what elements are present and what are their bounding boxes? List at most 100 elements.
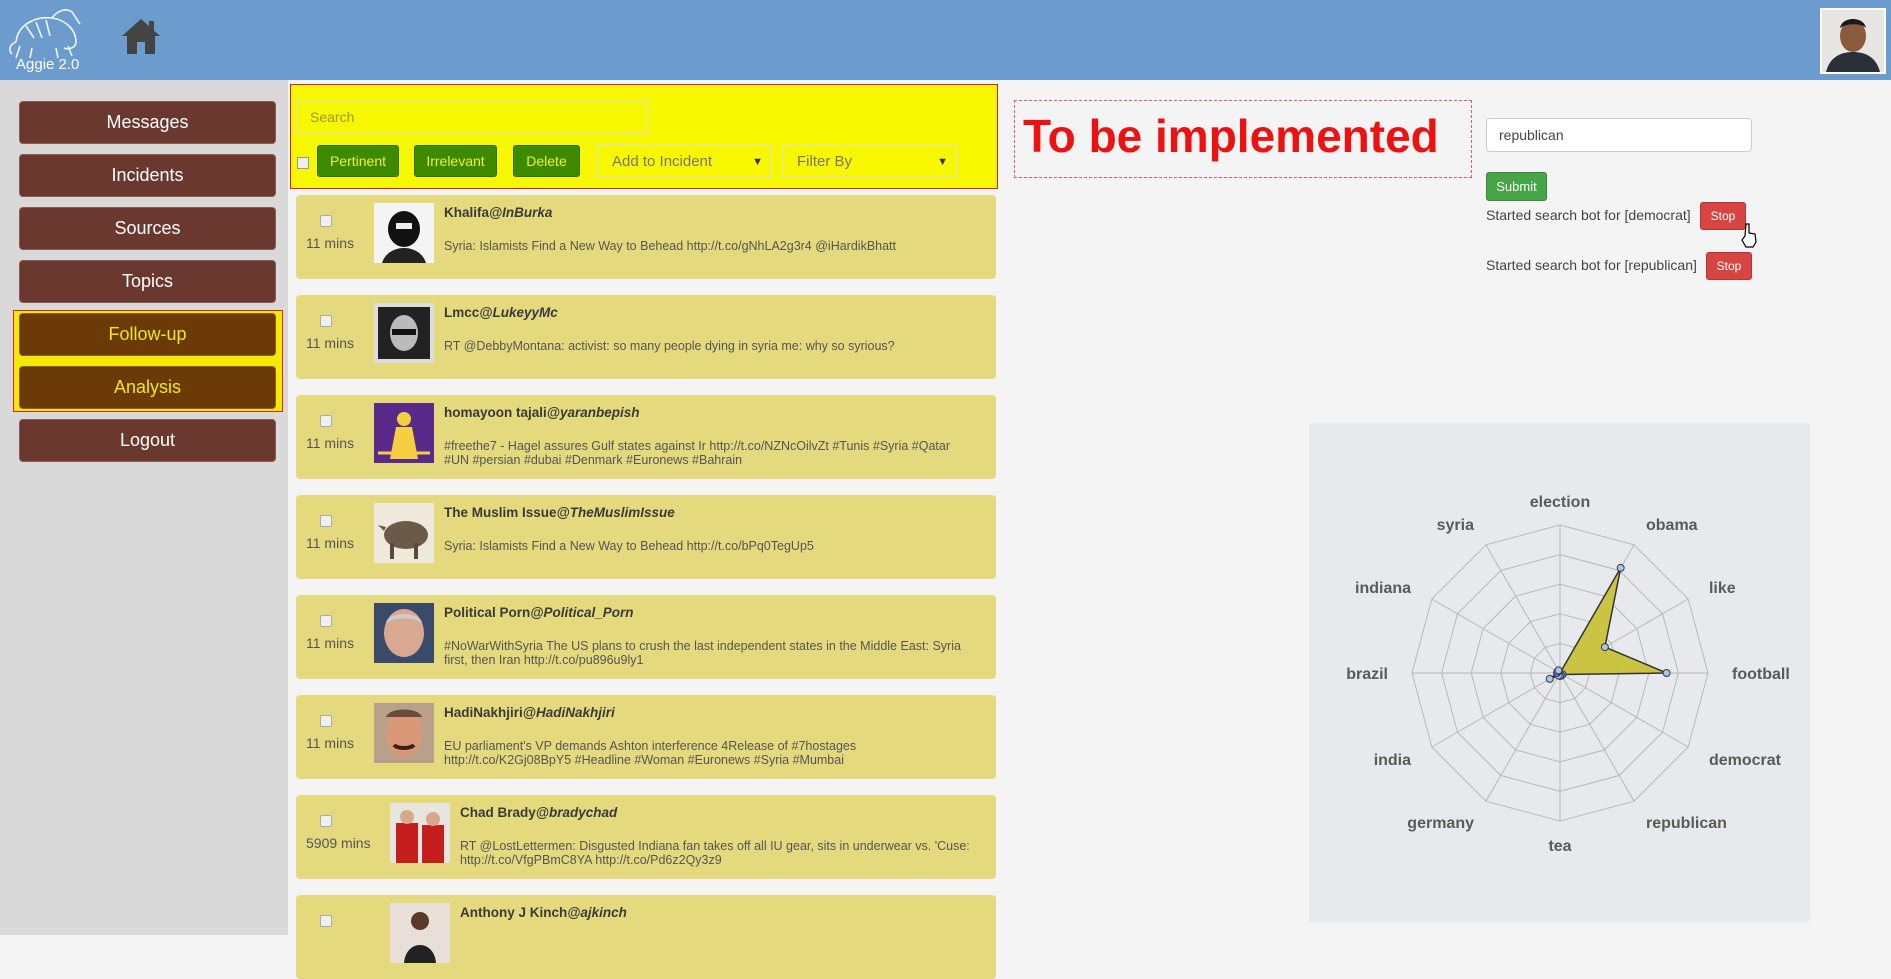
message-author[interactable]: Lmcc@LukeyyMc (444, 305, 558, 320)
radar-category-label: syria (1437, 517, 1474, 534)
radar-chart: election obama like football democrat republi… (1346, 494, 1790, 855)
message-time: 11 mins (306, 235, 354, 251)
radar-category-label: democrat (1709, 752, 1782, 769)
author-name: Khalifa (444, 205, 490, 220)
add-to-incident-select[interactable]: Add to Incident ▼ (597, 145, 772, 178)
submit-button[interactable]: Submit (1486, 172, 1547, 201)
message-time: 11 mins (306, 535, 354, 551)
irrelevant-button[interactable]: Irrelevant (414, 145, 497, 177)
author-handle: @TheMuslimIssue (556, 505, 675, 520)
message-checkbox[interactable] (320, 615, 332, 627)
search-bot-status: Started search bot for [republican] (1486, 257, 1697, 273)
message-author[interactable]: Anthony J Kinch@ajkinch (460, 905, 627, 920)
message-avatar (374, 303, 434, 363)
message-avatar (374, 503, 434, 563)
message-time: 11 mins (306, 635, 354, 651)
sidebar-item-messages[interactable]: Messages (19, 101, 276, 144)
select-all-checkbox[interactable] (297, 157, 309, 169)
sidebar-item-logout[interactable]: Logout (19, 419, 276, 462)
radar-data-point (1600, 643, 1609, 652)
author-name: Lmcc (444, 305, 480, 320)
message-author[interactable]: Chad Brady@bradychad (460, 805, 617, 820)
message-card[interactable]: 11 mins Khalifa@InBurka Syria: Islamists… (296, 195, 996, 279)
author-handle: @LukeyyMc (479, 305, 558, 320)
radar-category-label: germany (1407, 815, 1474, 832)
message-avatar (374, 403, 434, 463)
radar-category-label: brazil (1346, 666, 1388, 683)
message-text: Syria: Islamists Find a New Way to Behea… (444, 539, 814, 553)
message-checkbox[interactable] (320, 815, 332, 827)
radar-category-label: football (1732, 666, 1790, 683)
message-checkbox[interactable] (320, 515, 332, 527)
sidebar-item-follow-up[interactable]: Follow-up (19, 313, 276, 356)
chevron-down-icon: ▼ (752, 156, 763, 168)
sidebar-item-sources[interactable]: Sources (19, 207, 276, 250)
home-icon[interactable] (120, 16, 162, 56)
message-text: RT @LostLettermen: Disgusted Indiana fan… (460, 839, 970, 867)
message-toolbar: Pertinent Irrelevant Delete Add to Incid… (290, 84, 998, 189)
radar-chart-panel: election obama like football democrat republi… (1309, 423, 1810, 922)
message-author[interactable]: homayoon tajali@yaranbepish (444, 405, 639, 420)
author-handle: @InBurka (489, 205, 553, 220)
pertinent-button[interactable]: Pertinent (317, 145, 399, 177)
message-time: 11 mins (306, 435, 354, 451)
radar-data-point (1662, 669, 1671, 677)
author-handle: @Political_Porn (530, 605, 634, 620)
radar-data-point (1616, 563, 1625, 572)
author-handle: @ajkinch (567, 905, 627, 920)
message-checkbox[interactable] (320, 315, 332, 327)
radar-category-label: election (1530, 494, 1590, 511)
search-bot-keyword-input[interactable] (1486, 118, 1752, 152)
author-name: homayoon tajali (444, 405, 547, 420)
search-input[interactable] (297, 100, 647, 133)
user-avatar[interactable] (1820, 8, 1886, 74)
mouse-cursor-icon (1740, 222, 1758, 253)
message-author[interactable]: Political Porn@Political_Porn (444, 605, 633, 620)
placeholder-panel: To be implemented (1014, 100, 1472, 178)
message-avatar (374, 703, 434, 763)
message-text: Syria: Islamists Find a New Way to Behea… (444, 239, 897, 253)
message-avatar (374, 603, 434, 663)
message-time: 11 mins (306, 335, 354, 351)
message-author[interactable]: The Muslim Issue@TheMuslimIssue (444, 505, 675, 520)
radar-category-label: tea (1548, 838, 1571, 855)
sidebar-item-incidents[interactable]: Incidents (19, 154, 276, 197)
search-bot-status: Started search bot for [democrat] (1486, 207, 1691, 223)
message-card[interactable]: 11 mins Lmcc@LukeyyMc RT @DebbyMontana: … (296, 295, 996, 379)
radar-category-label: indiana (1355, 580, 1411, 597)
message-text: RT @DebbyMontana: activist: so many peop… (444, 339, 895, 353)
message-card[interactable]: 11 mins homayoon tajali@yaranbepish #fre… (296, 395, 996, 479)
add-to-incident-label: Add to Incident (612, 153, 713, 170)
message-avatar (390, 803, 450, 863)
sidebar-item-analysis[interactable]: Analysis (19, 366, 276, 409)
message-time: 11 mins (306, 735, 354, 751)
message-text: #NoWarWithSyria The US plans to crush th… (444, 639, 961, 667)
message-checkbox[interactable] (320, 215, 332, 227)
author-name: Anthony J Kinch (460, 905, 568, 920)
radar-data-point (1554, 666, 1563, 675)
message-card[interactable]: 11 mins Political Porn@Political_Porn #N… (296, 595, 996, 679)
message-card[interactable]: 5909 mins Chad Brady@bradychad RT @LostL… (296, 795, 996, 879)
message-card[interactable]: Anthony J Kinch@ajkinch (296, 895, 996, 979)
stop-republican-bot-button[interactable]: Stop (1706, 252, 1752, 280)
radar-data-area (1549, 567, 1667, 680)
message-author[interactable]: HadiNakhjiri@HadiNakhjiri (444, 705, 615, 720)
delete-button[interactable]: Delete (513, 145, 580, 177)
filter-by-label: Filter By (797, 153, 853, 170)
sidebar-item-topics[interactable]: Topics (19, 260, 276, 303)
message-card[interactable]: 11 mins The Muslim Issue@TheMuslimIssue … (296, 495, 996, 579)
author-handle: @bradychad (535, 805, 618, 820)
radar-category-label: like (1709, 580, 1736, 597)
message-checkbox[interactable] (320, 415, 332, 427)
radar-category-label: obama (1646, 517, 1698, 534)
author-name: Political Porn (444, 605, 531, 620)
top-navbar: Aggie 2.0 (0, 0, 1891, 80)
author-name: Chad Brady (460, 805, 536, 820)
message-author[interactable]: Khalifa@InBurka (444, 205, 552, 220)
message-checkbox[interactable] (320, 715, 332, 727)
message-card[interactable]: 11 mins HadiNakhjiri@HadiNakhjiri EU par… (296, 695, 996, 779)
message-checkbox[interactable] (320, 915, 332, 927)
message-text: #freethe7 - Hagel assures Gulf states ag… (444, 439, 950, 467)
author-name: HadiNakhjiri (444, 705, 523, 720)
filter-by-select[interactable]: Filter By ▼ (782, 145, 957, 178)
